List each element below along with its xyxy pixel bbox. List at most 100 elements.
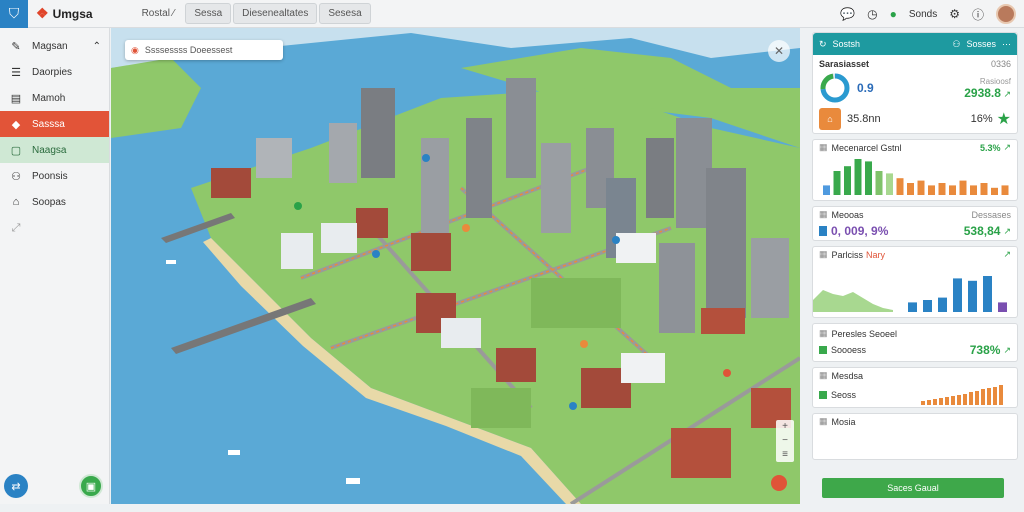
chart-bar bbox=[983, 276, 992, 312]
chart-bar bbox=[886, 173, 893, 195]
list-item[interactable]: Seoss bbox=[813, 383, 1017, 407]
tab-bar: Rostal ⁄ Sessa Diesenealtates Sesesa bbox=[133, 3, 371, 24]
chart-bar bbox=[980, 183, 988, 195]
stats-right-value: 538,84 bbox=[963, 224, 1001, 238]
list-item[interactable]: ▦ Mesdsa bbox=[813, 368, 1017, 383]
chart-icon: ▦ bbox=[819, 416, 828, 426]
summary-card: ↻ Sostsh ⚇ Sosses ⋯ Sarasiasset 0336 0.9… bbox=[812, 32, 1018, 134]
chart-bar bbox=[896, 178, 904, 195]
summary-top-right: 0336 bbox=[990, 59, 1011, 69]
more-icon[interactable]: ⋯ bbox=[1002, 39, 1011, 50]
user-icon: ⚇ bbox=[11, 170, 21, 183]
brand-name: Umgsa bbox=[52, 6, 93, 21]
arrow-up-icon: ↗ bbox=[1003, 225, 1011, 236]
map-canvas[interactable] bbox=[111, 28, 800, 504]
sidebar-item-label: Poonsis bbox=[32, 170, 68, 182]
list-item-value: 738% bbox=[969, 343, 1001, 357]
list-item-label: Seoss bbox=[831, 390, 857, 400]
mini-bars-card: ▦ Mesdsa Seoss bbox=[812, 367, 1018, 408]
refresh-icon[interactable]: ↻ bbox=[819, 39, 827, 50]
summary-header-right: Sosses bbox=[966, 39, 996, 49]
store-percent: 16% bbox=[970, 113, 993, 125]
arrow-up-icon: ↗ bbox=[1003, 249, 1011, 259]
area-series bbox=[813, 290, 893, 312]
sidebar-item-label: Mamoh bbox=[32, 92, 66, 104]
chart1-title: Mecenarcel Gstnl bbox=[831, 142, 902, 153]
chart-bar bbox=[968, 280, 977, 312]
sidebar-item-label: Daorpies bbox=[32, 66, 73, 78]
city-map[interactable]: ◉ Ssssessss Doeessest ✕ + − ≡ bbox=[111, 28, 800, 504]
chart-bar bbox=[833, 171, 841, 195]
map-search-placeholder: Ssssessss Doeessest bbox=[144, 45, 233, 55]
chart1-header: ▦ Mecenarcel Gstnl 5.3% ↗ bbox=[813, 140, 1017, 155]
stats-right-label: Dessases bbox=[971, 209, 1011, 220]
tab-sesesa[interactable]: Sesesa bbox=[319, 3, 371, 24]
sidebar-item-label: Soopas bbox=[32, 196, 66, 208]
list-item[interactable]: Soooess 738% ↗ bbox=[813, 341, 1017, 359]
chart1-value: 5.3% bbox=[979, 142, 1001, 153]
panel-toggle-button[interactable]: ▣ bbox=[79, 474, 103, 498]
chart-bar bbox=[928, 185, 935, 195]
store-icon: ⌂ bbox=[819, 108, 841, 130]
avatar[interactable] bbox=[996, 4, 1016, 24]
list-item[interactable]: ▦ Mosia bbox=[813, 414, 1017, 429]
donut-chart bbox=[820, 73, 850, 103]
summary-header-label: Sostsh bbox=[832, 39, 861, 49]
help-icon[interactable]: ⓘ bbox=[972, 6, 984, 23]
clock-icon[interactable]: ◷ bbox=[867, 7, 877, 21]
sidebar-item-magsan[interactable]: ✎ Magsan ⌃ bbox=[0, 33, 109, 59]
tab-sessa[interactable]: Sessa bbox=[185, 3, 232, 24]
pencil-icon: ✎ bbox=[11, 40, 21, 53]
chart2-header: ▦ Parlciss Nary ↗ bbox=[813, 247, 1017, 262]
swap-button[interactable]: ⇄ bbox=[4, 474, 28, 498]
trend-value: 2938.8 bbox=[964, 85, 1001, 100]
sidebar-item-soopas[interactable]: ⌂ Soopas bbox=[0, 189, 109, 215]
chart-bar bbox=[823, 185, 830, 195]
chart-bar bbox=[907, 183, 914, 195]
arrow-up-icon: ↗ bbox=[1003, 142, 1011, 152]
stats-card: ▦ Meooas Dessases 0, 009, 9% 538,84 ↗ bbox=[812, 206, 1018, 241]
home-icon: ⌂ bbox=[12, 196, 20, 208]
map-search-input[interactable]: ◉ Ssssessss Doeessest bbox=[125, 40, 283, 60]
zoom-in-icon[interactable]: + bbox=[776, 420, 794, 434]
sidebar-item-daorpies[interactable]: ☰ Daorpies bbox=[0, 59, 109, 85]
shield-icon[interactable]: ⛉ bbox=[0, 0, 28, 28]
location-pin-icon: ◉ bbox=[131, 44, 139, 55]
chart-bar bbox=[1001, 185, 1009, 195]
sidebar-item-naagsa[interactable]: ▢ Naagsa bbox=[0, 137, 109, 163]
chat-icon[interactable]: 💬 bbox=[840, 7, 855, 21]
bar-chart-1 bbox=[823, 159, 1009, 195]
brand[interactable]: ❖ Umgsa bbox=[36, 5, 93, 22]
chart2-tag: Nary bbox=[866, 249, 886, 260]
list-item[interactable]: ▦ Peresles Seoeel bbox=[813, 326, 1017, 341]
settings-icon[interactable]: ⚙ bbox=[949, 7, 960, 21]
trend-label: Rasioosf bbox=[979, 76, 1011, 86]
chevron-up-icon[interactable]: ⌃ bbox=[93, 41, 101, 52]
tab-diesenealtates[interactable]: Diesenealtates bbox=[233, 3, 318, 24]
sidebar-item-mamoh[interactable]: ▤ Mamoh bbox=[0, 85, 109, 111]
zoom-out-icon[interactable]: − bbox=[776, 434, 794, 448]
chart-bar bbox=[953, 278, 962, 312]
chart2-title: Parlciss bbox=[831, 249, 864, 260]
user-status: Sonds bbox=[908, 8, 938, 20]
dashboard-panel: ↻ Sostsh ⚇ Sosses ⋯ Sarasiasset 0336 0.9… bbox=[806, 28, 1024, 504]
summary-title-row: Sarasiasset 0336 bbox=[813, 55, 1017, 71]
layers-icon[interactable]: ≡ bbox=[776, 448, 794, 462]
grid-icon: ▦ bbox=[819, 209, 828, 219]
close-icon[interactable]: ✕ bbox=[768, 40, 790, 62]
bar-chart-card: ▦ Mecenarcel Gstnl 5.3% ↗ bbox=[812, 139, 1018, 201]
tab-rostal[interactable]: Rostal ⁄ bbox=[133, 3, 184, 24]
chart-bar bbox=[938, 297, 947, 312]
user-icon[interactable]: ⚇ bbox=[952, 39, 960, 50]
sidebar-item-sasssa[interactable]: ◆ Sasssa bbox=[0, 111, 109, 137]
sidebar-item-poonsis[interactable]: ⚇ Poonsis bbox=[0, 163, 109, 189]
sidebar-item-label: Naagsa bbox=[32, 144, 67, 156]
primary-action-button[interactable]: Saces Gaual bbox=[822, 478, 1004, 498]
bottom-card: ▦ Mosia bbox=[812, 413, 1018, 460]
expand-toggle[interactable]: ⤢ bbox=[0, 215, 109, 241]
chart-bar bbox=[959, 180, 967, 195]
top-right-tools: 💬 ◷ ● Sonds ⚙ ⓘ bbox=[840, 0, 1016, 28]
chart-bar bbox=[970, 185, 977, 195]
map-zoom-control[interactable]: + − ≡ bbox=[776, 420, 794, 462]
chart-bar bbox=[854, 159, 862, 195]
